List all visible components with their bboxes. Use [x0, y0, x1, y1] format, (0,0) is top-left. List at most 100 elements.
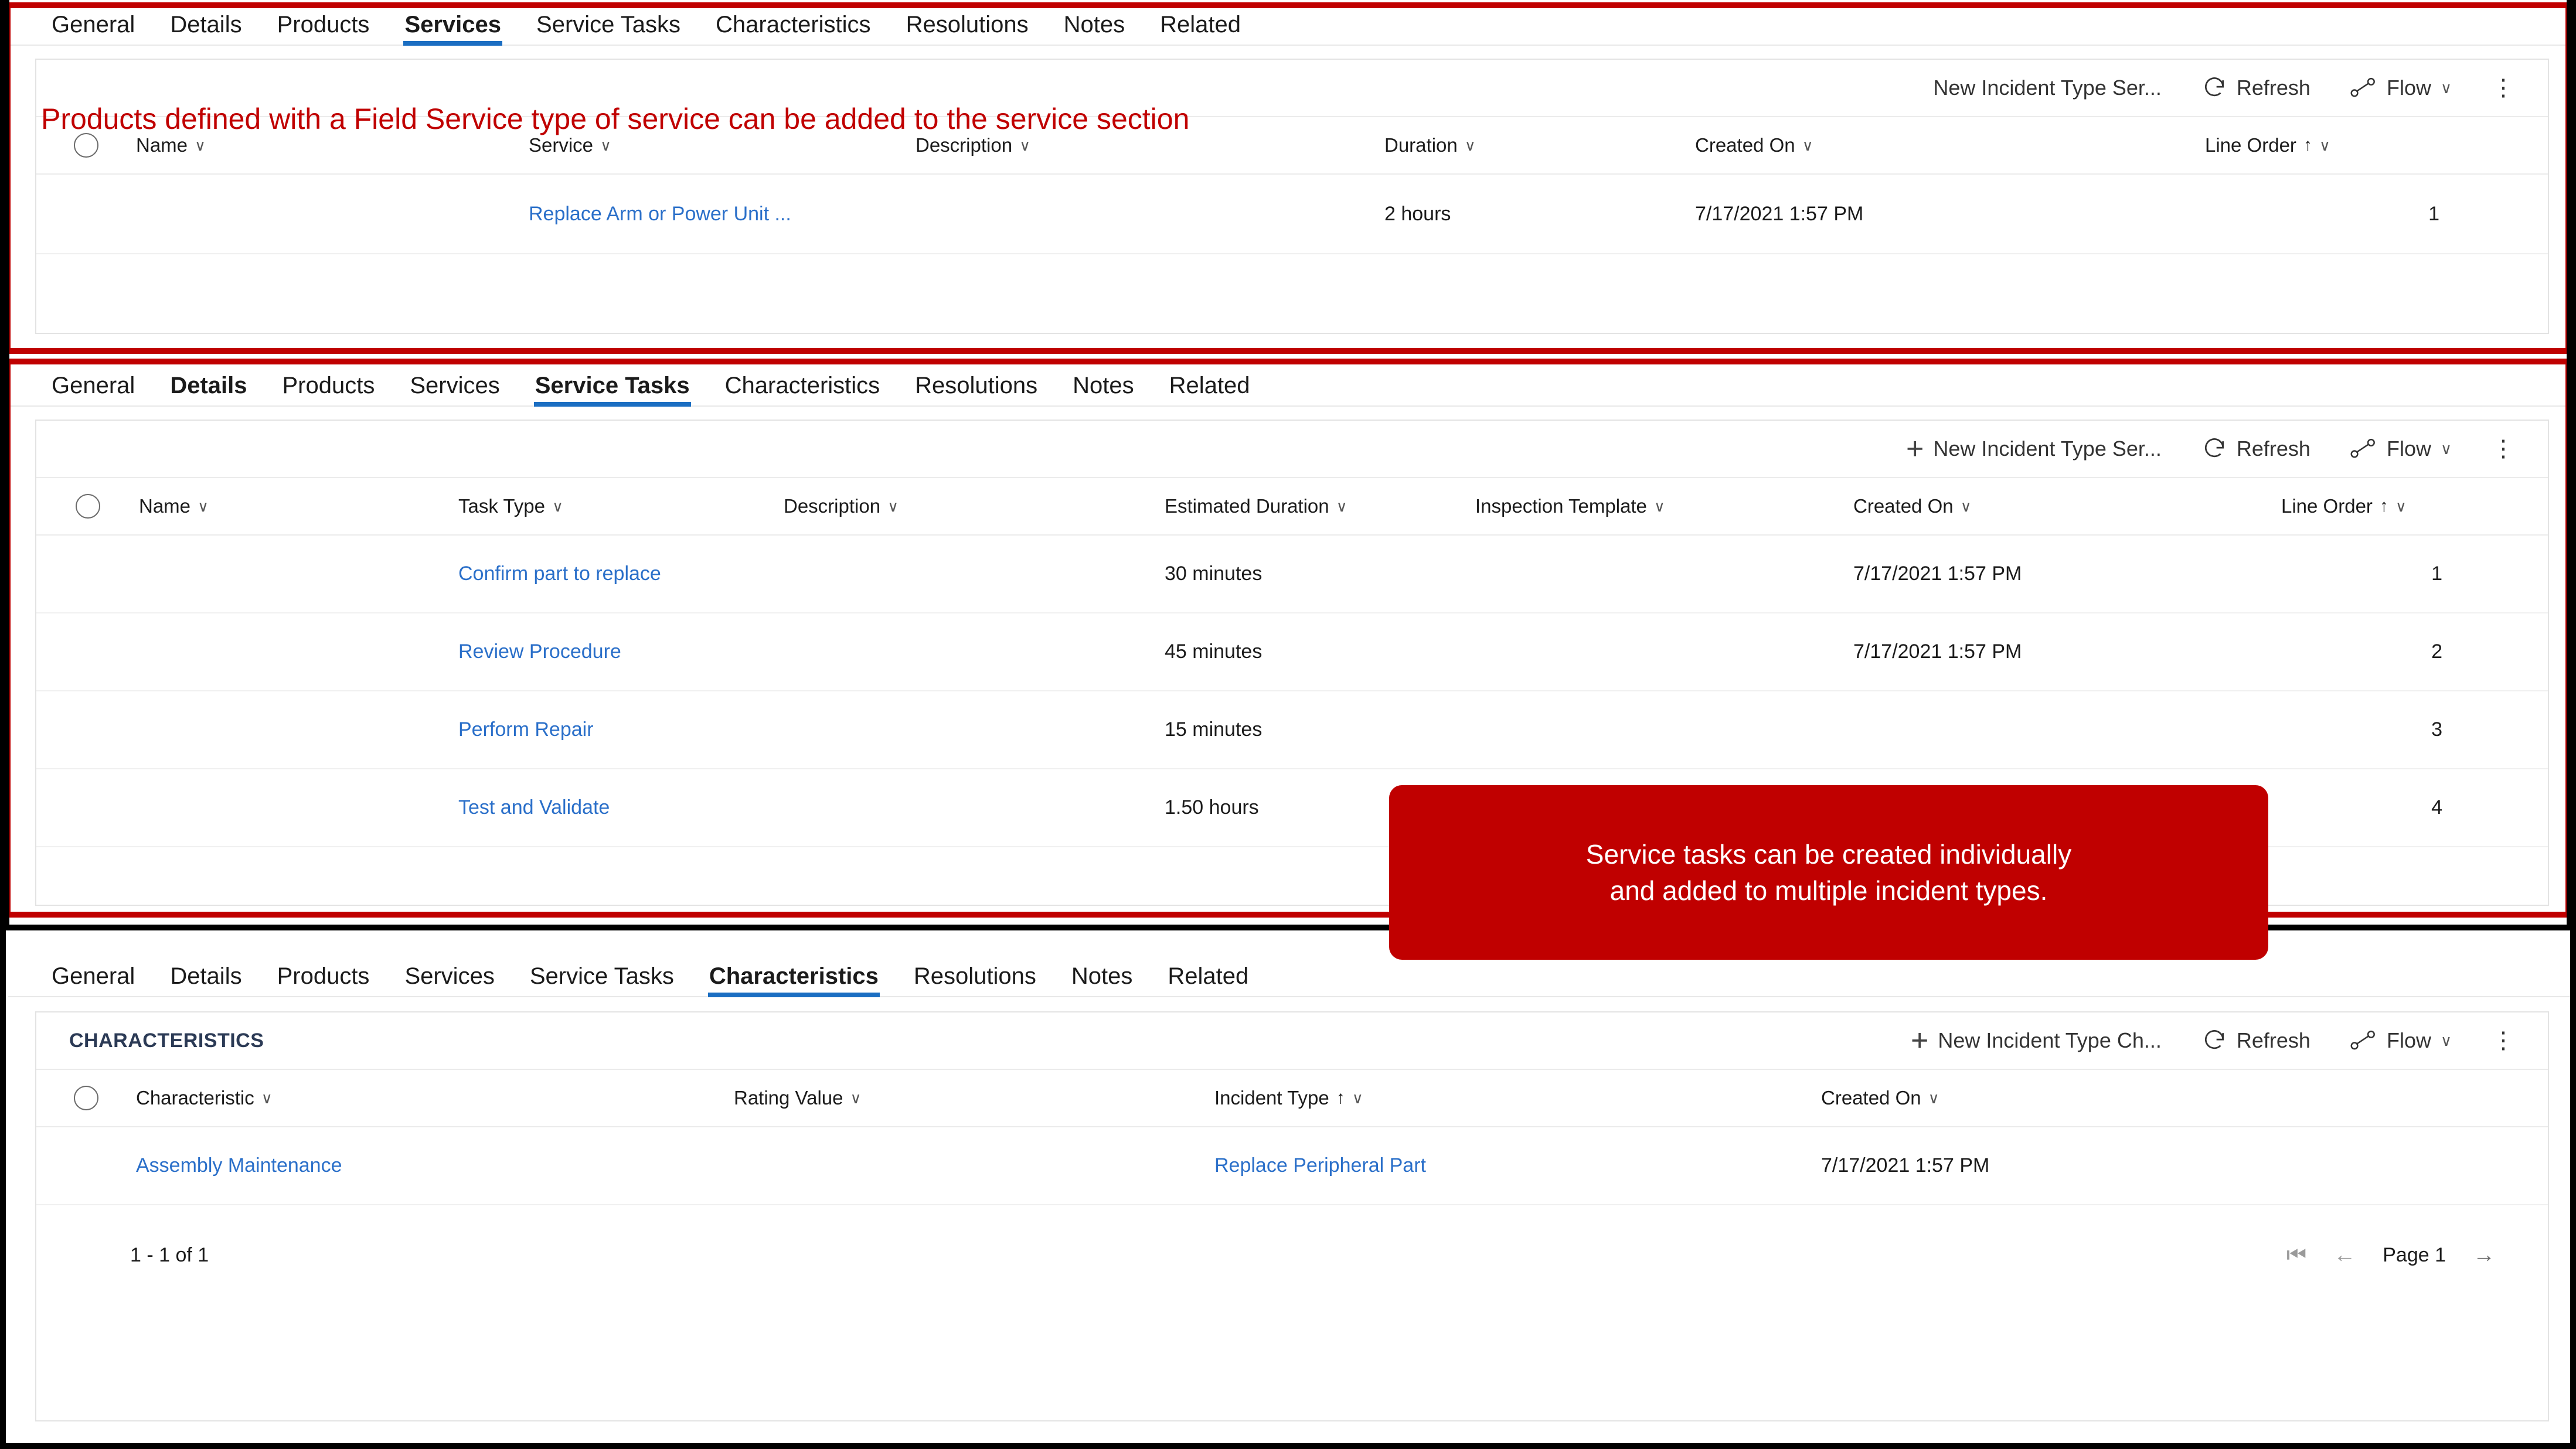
table-row[interactable]: Replace Arm or Power Unit ... 2 hours 7/… [36, 175, 2548, 254]
flow-button[interactable]: Flow ∨ [2330, 1028, 2472, 1053]
flow-button[interactable]: Flow ∨ [2330, 76, 2472, 100]
tab-general[interactable]: General [34, 964, 152, 996]
column-header-description[interactable]: Description ∨ [784, 495, 1165, 517]
tab-resolutions[interactable]: Resolutions [896, 964, 1054, 996]
chevron-down-icon: ∨ [2440, 79, 2452, 97]
new-incident-type-service-task-button[interactable]: + New Incident Type Ser... [1886, 431, 2182, 466]
tab-products[interactable]: Products [260, 964, 387, 996]
flow-button[interactable]: Flow ∨ [2330, 437, 2472, 461]
first-page-button[interactable]: ⏮ [2286, 1243, 2306, 1268]
tab-details[interactable]: Details [152, 374, 264, 405]
chevron-down-icon: ∨ [2440, 1032, 2452, 1049]
tab-notes[interactable]: Notes [1055, 374, 1152, 405]
column-header-duration[interactable]: Duration ∨ [1384, 134, 1695, 156]
plus-icon: + [1905, 432, 1924, 466]
table-row[interactable]: Assembly Maintenance Replace Peripheral … [36, 1127, 2548, 1205]
overflow-menu-button[interactable]: ⋮ [2472, 74, 2515, 101]
cell-characteristic-link[interactable]: Assembly Maintenance [136, 1154, 734, 1177]
cell-line-order: 4 [2431, 796, 2442, 819]
tab-general[interactable]: General [34, 13, 152, 45]
column-header-estimated-duration[interactable]: Estimated Duration ∨ [1165, 495, 1475, 517]
cell-task-type-link[interactable]: Review Procedure [458, 640, 784, 663]
tab-service-tasks[interactable]: Service Tasks [512, 964, 692, 996]
refresh-button[interactable]: Refresh [2182, 1028, 2330, 1053]
characteristics-grid-card: CHARACTERISTICS + New Incident Type Ch..… [35, 1011, 2549, 1421]
select-all-checkbox[interactable] [36, 494, 139, 519]
column-header-name[interactable]: Name ∨ [136, 134, 529, 156]
tab-label: Related [1160, 12, 1241, 37]
command-label: Refresh [2236, 76, 2310, 100]
tab-services[interactable]: Services [387, 964, 512, 996]
cell-task-type-link[interactable]: Perform Repair [458, 718, 784, 741]
tab-service-tasks[interactable]: Service Tasks [518, 374, 707, 407]
tab-details[interactable]: Details [152, 13, 259, 45]
tab-resolutions[interactable]: Resolutions [889, 13, 1046, 45]
previous-page-button[interactable]: ← [2333, 1243, 2356, 1268]
tab-label: Service Tasks [536, 12, 681, 37]
column-label: Duration [1384, 134, 1458, 156]
tab-general[interactable]: General [34, 374, 152, 405]
callout-bubble-service-tasks: Service tasks can be created individuall… [1389, 785, 2268, 960]
new-incident-type-service-button-label[interactable]: New Incident Type Ser... [1913, 76, 2182, 100]
refresh-button[interactable]: Refresh [2182, 436, 2330, 462]
refresh-button[interactable]: Refresh [2182, 75, 2330, 101]
cell-service-link[interactable]: Replace Arm or Power Unit ... [529, 203, 916, 226]
edge-strip-right-2 [2567, 352, 2576, 926]
column-header-line-order[interactable]: Line Order ↑ ∨ [2281, 495, 2548, 517]
column-header-line-order[interactable]: Line Order ↑ ∨ [2205, 134, 2548, 156]
tab-label: Related [1168, 963, 1249, 989]
column-header-task-type[interactable]: Task Type ∨ [458, 495, 784, 517]
callout-bubble-line1: Service tasks can be created individuall… [1585, 838, 2072, 870]
cell-task-type-link[interactable]: Test and Validate [458, 796, 784, 819]
tab-related[interactable]: Related [1142, 13, 1258, 45]
column-header-name[interactable]: Name ∨ [139, 495, 458, 517]
table-row[interactable]: Review Procedure 45 minutes 7/17/2021 1:… [36, 613, 2548, 691]
tab-label: Details [170, 373, 247, 398]
tab-products[interactable]: Products [264, 374, 392, 405]
column-header-description[interactable]: Description ∨ [916, 134, 1384, 156]
sort-ascending-icon: ↑ [2303, 135, 2312, 155]
edge-strip-left-2 [0, 352, 9, 926]
sort-ascending-icon: ↑ [1336, 1088, 1345, 1107]
tab-characteristics[interactable]: Characteristics [692, 964, 896, 997]
select-all-checkbox[interactable] [36, 1086, 136, 1110]
column-label: Description [784, 495, 881, 517]
column-header-inspection-template[interactable]: Inspection Template ∨ [1475, 495, 1853, 517]
flow-icon [2350, 437, 2377, 461]
select-all-checkbox[interactable] [36, 133, 136, 158]
chevron-down-icon: ∨ [1019, 137, 1031, 154]
service-tasks-header-row: Name ∨ Task Type ∨ Description ∨ Estimat… [36, 477, 2548, 536]
cell-task-type-link[interactable]: Confirm part to replace [458, 562, 784, 585]
tab-notes[interactable]: Notes [1046, 13, 1143, 45]
circle-icon [75, 494, 100, 519]
cell-duration: 2 hours [1384, 202, 1451, 225]
tab-notes[interactable]: Notes [1054, 964, 1151, 996]
table-row[interactable]: Perform Repair 15 minutes 3 [36, 691, 2548, 769]
column-header-rating-value[interactable]: Rating Value ∨ [734, 1087, 1214, 1109]
new-incident-type-characteristic-button[interactable]: + New Incident Type Ch... [1891, 1023, 2182, 1058]
cell-estimated-duration: 15 minutes [1165, 718, 1263, 741]
tab-service-tasks[interactable]: Service Tasks [519, 13, 698, 45]
tab-products[interactable]: Products [260, 13, 387, 45]
table-row[interactable]: Confirm part to replace 30 minutes 7/17/… [36, 536, 2548, 613]
tab-characteristics[interactable]: Characteristics [707, 374, 898, 405]
column-header-created-on[interactable]: Created On ∨ [1695, 134, 2205, 156]
tab-services[interactable]: Services [387, 13, 519, 46]
tab-related[interactable]: Related [1150, 964, 1266, 996]
column-header-created-on[interactable]: Created On ∨ [1821, 1087, 2548, 1109]
overflow-menu-button[interactable]: ⋮ [2472, 1027, 2515, 1054]
tab-label: Notes [1073, 373, 1134, 398]
cell-incident-type-link[interactable]: Replace Peripheral Part [1214, 1154, 1821, 1177]
tab-characteristics[interactable]: Characteristics [698, 13, 889, 45]
overflow-menu-button[interactable]: ⋮ [2472, 435, 2515, 462]
tab-label: General [52, 373, 135, 398]
tab-resolutions[interactable]: Resolutions [897, 374, 1055, 405]
tab-services[interactable]: Services [392, 374, 517, 405]
tab-related[interactable]: Related [1152, 374, 1268, 405]
column-header-incident-type[interactable]: Incident Type ↑ ∨ [1214, 1087, 1821, 1109]
column-header-created-on[interactable]: Created On ∨ [1853, 495, 2281, 517]
column-header-characteristic[interactable]: Characteristic ∨ [136, 1087, 734, 1109]
column-header-service[interactable]: Service ∨ [529, 134, 916, 156]
tab-details[interactable]: Details [152, 964, 259, 996]
next-page-button[interactable]: → [2473, 1243, 2495, 1268]
